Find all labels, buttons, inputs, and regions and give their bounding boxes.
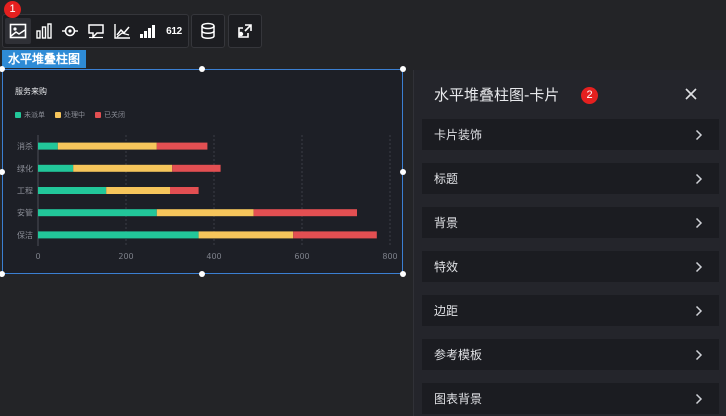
data-toolbar bbox=[191, 14, 225, 48]
resize-handle[interactable] bbox=[400, 169, 406, 175]
bar-segment[interactable] bbox=[38, 187, 107, 194]
resize-handle[interactable] bbox=[0, 271, 5, 277]
bar-segment[interactable] bbox=[106, 187, 170, 194]
legend-swatch bbox=[55, 112, 61, 118]
line-chart-button[interactable] bbox=[109, 18, 135, 44]
bar-segment[interactable] bbox=[38, 231, 199, 239]
legend-label: 已关闭 bbox=[104, 111, 125, 119]
resize-handle[interactable] bbox=[400, 271, 406, 277]
panel-item[interactable]: 参考模板 bbox=[422, 339, 719, 370]
legend-item[interactable]: 未派单 bbox=[15, 110, 45, 120]
panel-item[interactable]: 标题 bbox=[422, 163, 719, 194]
stepped-bar-button[interactable] bbox=[135, 18, 161, 44]
chart-toolbar: 612 bbox=[2, 14, 189, 48]
bar-segment[interactable] bbox=[293, 231, 377, 239]
y-tick-label: 绿化 bbox=[17, 163, 33, 173]
chart-title: 服务来购 bbox=[15, 87, 47, 96]
y-tick-label: 安管 bbox=[17, 208, 33, 218]
chevron-right-icon bbox=[695, 349, 703, 360]
database-icon bbox=[201, 22, 215, 39]
bar-segment[interactable] bbox=[57, 142, 157, 150]
bar-segment[interactable] bbox=[253, 209, 357, 217]
y-tick-label: 保洁 bbox=[17, 230, 33, 240]
panel-item-label: 图表背景 bbox=[434, 392, 483, 406]
panel-item-label: 参考模板 bbox=[434, 348, 483, 362]
line-chart-icon bbox=[114, 24, 130, 39]
chevron-right-icon bbox=[695, 129, 703, 140]
database-button[interactable] bbox=[195, 18, 221, 44]
legend-item[interactable]: 处理中 bbox=[55, 110, 85, 120]
step-badge-2: 2 bbox=[581, 87, 598, 104]
chart-legend: 未派单 处理中 已关闭 bbox=[15, 110, 125, 120]
panel-item[interactable]: 卡片装饰 bbox=[422, 119, 719, 150]
panel-item[interactable]: 边距 bbox=[422, 295, 719, 326]
panel-item[interactable]: 背景 bbox=[422, 207, 719, 238]
link-icon bbox=[238, 24, 252, 38]
x-tick-label: 200 bbox=[118, 252, 133, 261]
x-tick-label: 0 bbox=[35, 252, 40, 261]
panel-item[interactable]: 特效 bbox=[422, 251, 719, 282]
bar-chart-icon bbox=[36, 23, 52, 39]
bar-segment[interactable] bbox=[156, 142, 208, 150]
properties-panel: 水平堆叠柱图-卡片 2 卡片装饰标题背景特效边距参考模板图表背景 bbox=[413, 70, 726, 416]
card-flag-icon bbox=[88, 24, 104, 39]
x-tick-label: 600 bbox=[294, 252, 309, 261]
link-button[interactable] bbox=[232, 18, 258, 44]
link-toolbar bbox=[228, 14, 262, 48]
x-tick-label: 400 bbox=[206, 252, 221, 261]
bar-segment[interactable] bbox=[198, 231, 294, 239]
legend-label: 处理中 bbox=[64, 111, 85, 119]
eye-target-icon bbox=[62, 25, 78, 37]
step-badge-1: 1 bbox=[4, 1, 21, 18]
component-tag[interactable]: 水平堆叠柱图 bbox=[2, 50, 87, 68]
bar-segment[interactable] bbox=[73, 164, 173, 172]
number-button[interactable]: 612 bbox=[161, 18, 187, 44]
card-flag-button[interactable] bbox=[83, 18, 109, 44]
panel-title: 水平堆叠柱图-卡片 bbox=[434, 86, 560, 104]
number-icon: 612 bbox=[166, 25, 182, 37]
resize-handle[interactable] bbox=[199, 271, 205, 277]
bar-chart-button[interactable] bbox=[31, 18, 57, 44]
bar-segment[interactable] bbox=[170, 187, 199, 194]
panel-header: 水平堆叠柱图-卡片 2 bbox=[414, 70, 726, 118]
chevron-right-icon bbox=[695, 217, 703, 228]
bar-chart: 0 200 400 600 800 消杀绿化工程安管保洁 bbox=[17, 135, 398, 261]
panel-item-label: 卡片装饰 bbox=[434, 128, 483, 142]
image-button[interactable] bbox=[5, 18, 31, 44]
chart-card[interactable]: 0 200 400 600 800 消杀绿化工程安管保洁 服务来购 未派单 处理中 已关闭 bbox=[2, 69, 403, 274]
panel-item-label: 边距 bbox=[434, 304, 459, 318]
bar-segment[interactable] bbox=[172, 164, 221, 172]
resize-handle[interactable] bbox=[199, 66, 205, 72]
resize-handle[interactable] bbox=[400, 66, 406, 72]
chevron-right-icon bbox=[695, 261, 703, 272]
panel-item-label: 标题 bbox=[434, 172, 459, 186]
bar-segment[interactable] bbox=[156, 209, 254, 217]
legend-swatch bbox=[15, 112, 21, 118]
chevron-right-icon bbox=[695, 173, 703, 184]
legend-item[interactable]: 已关闭 bbox=[95, 110, 125, 120]
bar-segment[interactable] bbox=[38, 164, 74, 172]
stepped-bar-icon bbox=[140, 25, 155, 38]
legend-label: 未派单 bbox=[24, 111, 45, 119]
panel-item[interactable]: 图表背景 bbox=[422, 383, 719, 414]
chevron-right-icon bbox=[695, 305, 703, 316]
bar-segment[interactable] bbox=[38, 142, 58, 150]
panel-item-label: 背景 bbox=[434, 216, 459, 230]
image-icon bbox=[9, 23, 27, 39]
legend-swatch bbox=[95, 112, 101, 118]
chevron-right-icon bbox=[695, 393, 703, 404]
y-tick-label: 工程 bbox=[17, 187, 33, 196]
panel-item-label: 特效 bbox=[434, 260, 459, 274]
bar-segment[interactable] bbox=[38, 209, 157, 217]
eye-target-button[interactable] bbox=[57, 18, 83, 44]
x-tick-label: 800 bbox=[382, 252, 397, 261]
y-tick-label: 消杀 bbox=[17, 141, 33, 151]
close-icon[interactable] bbox=[684, 87, 698, 101]
